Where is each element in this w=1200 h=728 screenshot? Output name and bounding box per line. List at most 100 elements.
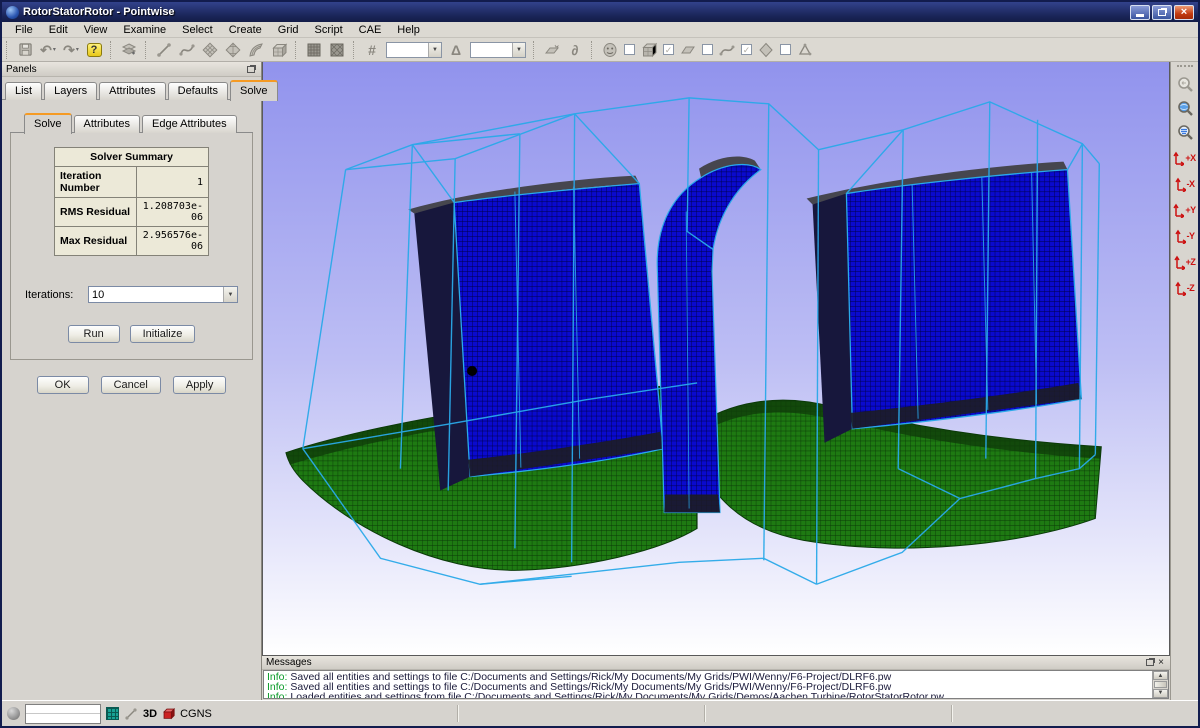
unstructured-grid-button[interactable] <box>326 40 348 60</box>
undo-button[interactable]: ↶▾ <box>37 40 59 60</box>
viewport-3d[interactable] <box>262 62 1170 656</box>
mask-domains-button[interactable] <box>677 40 699 60</box>
redo-button[interactable]: ↷▾ <box>60 40 82 60</box>
tab-list[interactable]: List <box>5 82 42 100</box>
apply-button[interactable]: Apply <box>173 376 227 394</box>
mask-face-icon <box>602 42 618 58</box>
grid-mode-icon <box>106 707 119 720</box>
dimension-combo[interactable]: ▼ <box>386 42 442 58</box>
view-plus-x-button[interactable]: +X <box>1172 146 1198 170</box>
structured-domain-button[interactable] <box>199 40 221 60</box>
scroll-up-icon[interactable]: ▲ <box>1153 671 1168 680</box>
ok-button[interactable]: OK <box>37 376 89 394</box>
spacing-button[interactable]: Δ <box>445 40 467 60</box>
solve-button[interactable] <box>541 40 563 60</box>
scrollbar-thumb[interactable] <box>1154 681 1167 688</box>
tab-layers[interactable]: Layers <box>44 82 97 100</box>
menu-create[interactable]: Create <box>222 23 269 37</box>
menu-view[interactable]: View <box>77 23 115 37</box>
subtab-attributes[interactable]: Attributes <box>74 115 140 133</box>
mask-blocks-button[interactable] <box>638 40 660 60</box>
menu-grid[interactable]: Grid <box>271 23 306 37</box>
menu-help[interactable]: Help <box>390 23 427 37</box>
axis-icon <box>1175 177 1186 192</box>
toolbar-separator <box>110 41 113 59</box>
menu-examine[interactable]: Examine <box>116 23 173 37</box>
check-icon: ✓ <box>665 45 673 55</box>
menu-edit[interactable]: Edit <box>42 23 75 37</box>
dimension-combo-dropdown-icon: ▼ <box>428 43 441 57</box>
toolbar-separator <box>591 41 594 59</box>
view-toolbar: +X -X +Y -Y +Z -Z <box>1170 62 1198 700</box>
minimize-button[interactable] <box>1130 5 1150 20</box>
undo-dropdown-icon: ▾ <box>53 46 56 53</box>
view-plus-z-button[interactable]: +Z <box>1172 250 1198 274</box>
view-minus-x-button[interactable]: -X <box>1172 172 1198 196</box>
mask-domains-checkbox[interactable] <box>702 44 713 55</box>
mask-database-checkbox[interactable] <box>780 44 791 55</box>
cancel-button[interactable]: Cancel <box>101 376 161 394</box>
view-plus-y-button[interactable]: +Y <box>1172 198 1198 222</box>
mask-all-button[interactable] <box>599 40 621 60</box>
messages-scrollbar[interactable]: ▲ ▼ <box>1152 671 1168 698</box>
dimension-button[interactable]: # <box>361 40 383 60</box>
restore-icon <box>1158 9 1166 16</box>
create-curve-button[interactable] <box>176 40 198 60</box>
unstructured-domain-button[interactable] <box>222 40 244 60</box>
mask-connectors-button[interactable] <box>716 40 738 60</box>
view-minus-y-button[interactable]: -Y <box>1172 224 1198 248</box>
toolbar-separator <box>353 41 356 59</box>
zoom-extents-button[interactable] <box>1173 98 1197 120</box>
messages-panel: Messages × Info: Saved all entities and … <box>262 656 1170 700</box>
subtab-edge-attributes[interactable]: Edge Attributes <box>142 115 237 133</box>
tab-solve[interactable]: Solve <box>230 80 278 101</box>
view-toolbar-handle <box>1177 65 1193 70</box>
tab-defaults[interactable]: Defaults <box>168 82 228 100</box>
menu-select[interactable]: Select <box>175 23 220 37</box>
iterations-input[interactable] <box>89 287 223 302</box>
window-title: RotorStatorRotor - Pointwise <box>23 6 1126 18</box>
iterations-dropdown-icon[interactable]: ▼ <box>223 287 237 302</box>
view-minus-z-button[interactable]: -Z <box>1172 276 1198 300</box>
mask-spacings-button[interactable] <box>794 40 816 60</box>
redo-dropdown-icon: ▾ <box>76 46 79 53</box>
structured-grid-button[interactable] <box>303 40 325 60</box>
subtab-solve[interactable]: Solve <box>24 113 72 134</box>
float-messages-icon[interactable] <box>1146 659 1154 666</box>
mask-blocks-checkbox[interactable]: ✓ <box>663 44 674 55</box>
create-connector-button[interactable] <box>153 40 175 60</box>
scroll-down-icon[interactable]: ▼ <box>1153 689 1168 698</box>
mask-domain-icon <box>680 42 696 58</box>
layers-button[interactable] <box>118 40 140 60</box>
tab-attributes[interactable]: Attributes <box>99 82 165 100</box>
initialize-button[interactable]: Initialize <box>130 325 196 343</box>
zoom-level-button[interactable] <box>1173 122 1197 144</box>
spacing-combo[interactable]: ▼ <box>470 42 526 58</box>
run-button[interactable]: Run <box>68 325 120 343</box>
mask-database-button[interactable] <box>755 40 777 60</box>
main-toolbar: ↶▾ ↷▾ ? # ▼ Δ ▼ <box>2 38 1198 62</box>
menu-cae[interactable]: CAE <box>352 23 389 37</box>
solve-panel: Solve Attributes Edge Attributes Solver … <box>2 100 261 700</box>
extrude-button[interactable] <box>245 40 267 60</box>
partial-derivative-button[interactable]: ∂ <box>564 40 586 60</box>
menu-script[interactable]: Script <box>308 23 350 37</box>
row-label: RMS Residual <box>55 198 137 227</box>
panels-header[interactable]: Panels <box>2 62 261 77</box>
messages-header[interactable]: Messages × <box>262 656 1170 670</box>
viewport-3d-scene <box>263 62 1169 655</box>
menu-file[interactable]: File <box>8 23 40 37</box>
restore-button[interactable] <box>1152 5 1172 20</box>
axis-label: +X <box>1185 153 1195 163</box>
float-panel-icon[interactable] <box>247 66 255 73</box>
create-block-button[interactable] <box>268 40 290 60</box>
mask-all-checkbox[interactable] <box>624 44 635 55</box>
zoom-previous-button[interactable] <box>1173 74 1197 96</box>
save-button[interactable] <box>14 40 36 60</box>
close-messages-icon[interactable]: × <box>1156 658 1166 668</box>
title-bar[interactable]: RotorStatorRotor - Pointwise × <box>2 2 1198 22</box>
mask-connectors-checkbox[interactable]: ✓ <box>741 44 752 55</box>
close-button[interactable]: × <box>1174 5 1194 20</box>
minimize-icon <box>1136 14 1144 17</box>
help-button[interactable]: ? <box>83 40 105 60</box>
